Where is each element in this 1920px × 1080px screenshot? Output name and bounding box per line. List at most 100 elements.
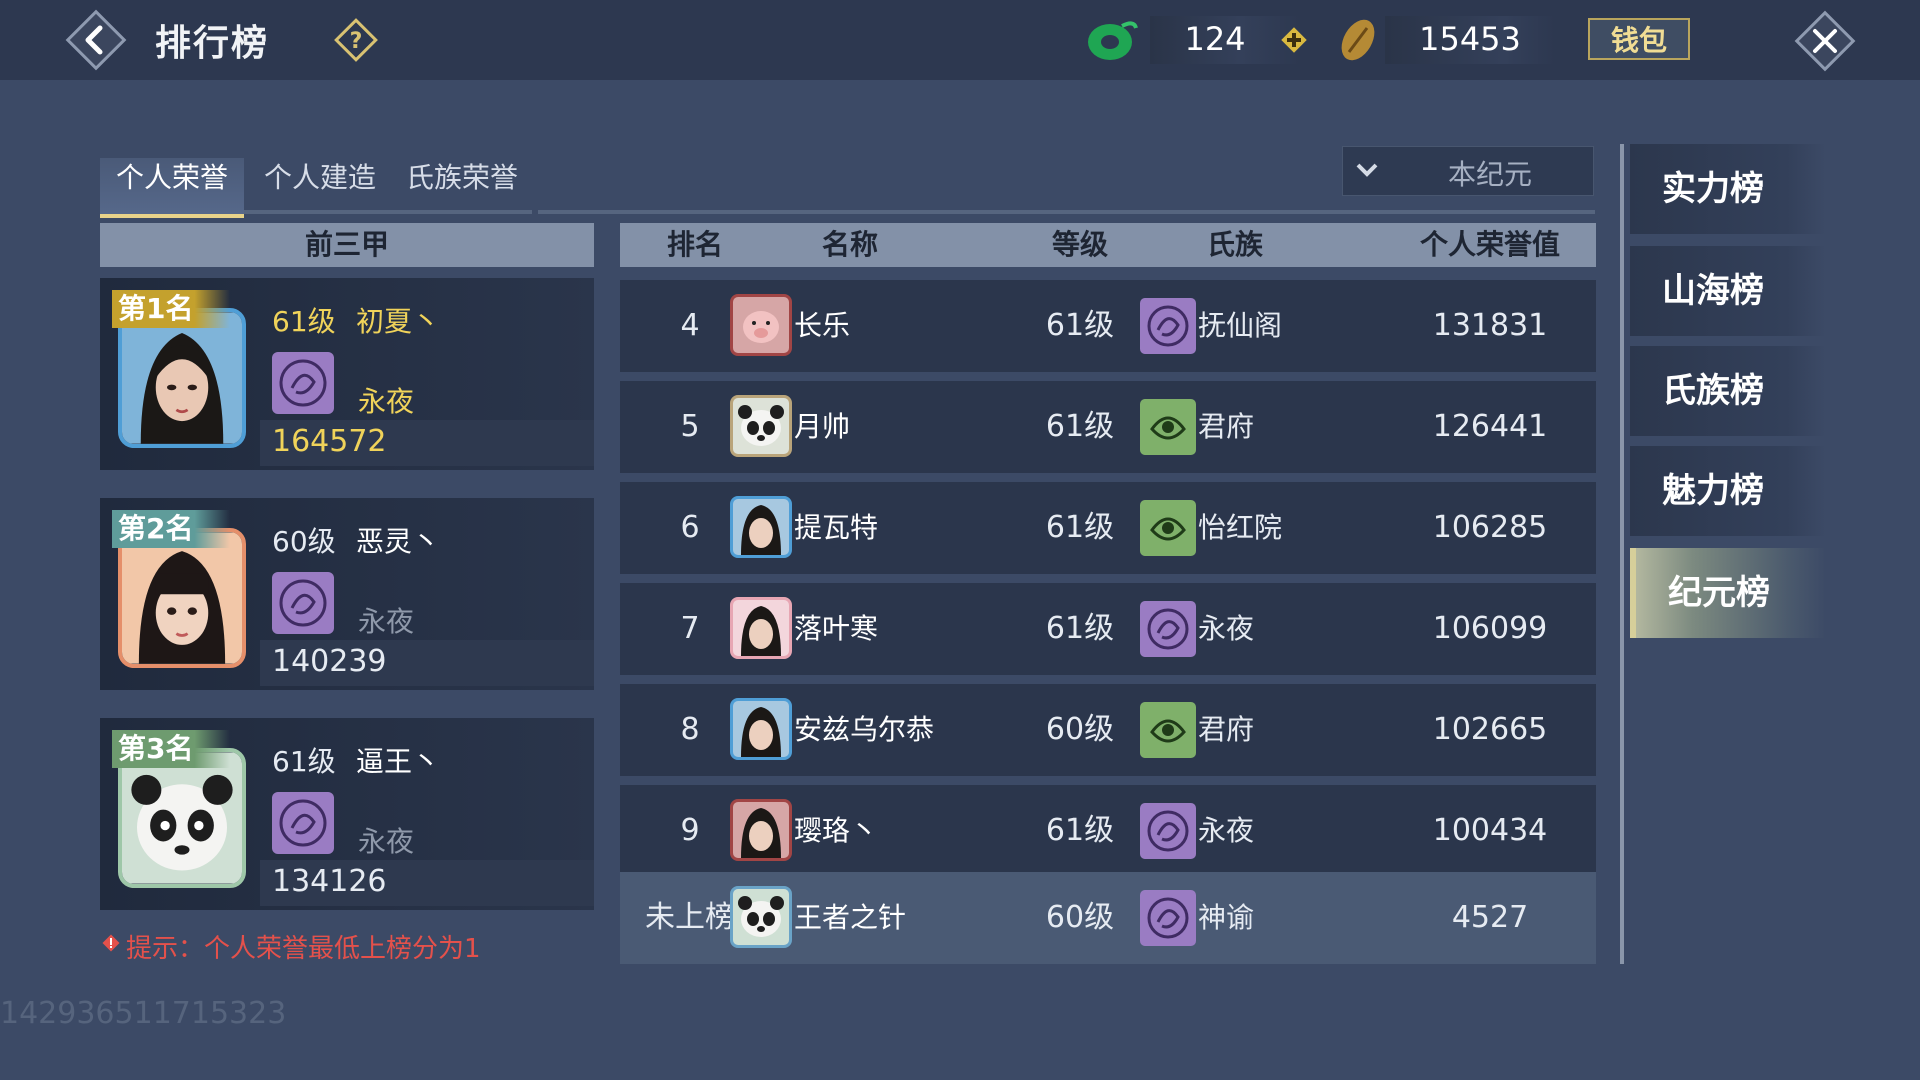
- table-header: 排名 名称 等级 氏族 个人荣誉值: [620, 223, 1596, 267]
- table-row[interactable]: 4 长乐 61级 抚仙阁 131831: [620, 280, 1596, 372]
- side-menu-divider: [1620, 144, 1624, 964]
- chevron-down-icon: [1355, 160, 1379, 180]
- side-item-era[interactable]: 纪元榜: [1630, 548, 1826, 638]
- warning-icon: [102, 934, 120, 952]
- player-level: 61级: [1045, 611, 1115, 646]
- player-name: 月帅: [794, 410, 851, 443]
- top-card-2[interactable]: 第2名 60级 恶灵丶 永夜 140239: [100, 498, 594, 690]
- player-score: 100434: [1432, 813, 1548, 848]
- player-score: 4527: [1451, 900, 1529, 935]
- table-top-divider: [538, 210, 1595, 214]
- side-item-clan[interactable]: 氏族榜: [1630, 346, 1826, 436]
- avatar: [730, 799, 792, 861]
- top-card-3[interactable]: 第3名 61级 逼王丶 永夜 134126: [100, 718, 594, 910]
- col-clan: 氏族: [1206, 228, 1263, 261]
- player-clan: 抚仙阁: [1198, 309, 1283, 342]
- table-row[interactable]: 6 提瓦特 61级 怡红院 106285: [620, 482, 1596, 574]
- clan-emblem-icon: [1140, 500, 1196, 556]
- clan-emblem-icon: [1140, 399, 1196, 455]
- clan-emblem-icon: [1140, 702, 1196, 758]
- player-score: 126441: [1432, 409, 1548, 444]
- table-row[interactable]: 7 落叶寒 61级 永夜 106099: [620, 583, 1596, 675]
- clan-emblem-icon: [272, 572, 334, 634]
- row-rank: 8: [680, 712, 700, 747]
- back-button[interactable]: [62, 6, 130, 74]
- avatar: [118, 308, 246, 448]
- self-rank-row[interactable]: 未上榜 王者之针 60级 神谕 4527: [620, 872, 1596, 964]
- jade-icon: [1084, 18, 1138, 64]
- row-rank: 5: [680, 409, 700, 444]
- col-rank: 排名: [666, 228, 723, 261]
- col-level: 等级: [1051, 228, 1108, 261]
- clan-emblem-icon: [1140, 601, 1196, 657]
- rank-badge: 第1名: [112, 290, 230, 328]
- player-name: 王者之针: [794, 901, 907, 934]
- player-level: 60级: [1045, 900, 1115, 935]
- side-item-strength[interactable]: 实力榜: [1630, 144, 1826, 234]
- table-row[interactable]: 9 璎珞丶 61级 永夜 100434: [620, 785, 1596, 877]
- player-score: 134126: [272, 864, 387, 899]
- avatar: [730, 395, 792, 457]
- side-item-shanhai[interactable]: 山海榜: [1630, 246, 1826, 336]
- player-clan: 永夜: [1198, 814, 1255, 847]
- era-dropdown-value: 本纪元: [1447, 158, 1532, 191]
- jade-amount: 124: [1184, 20, 1246, 58]
- tab-clan-honor[interactable]: 氏族荣誉: [392, 158, 532, 214]
- portrait-image: [122, 532, 242, 664]
- tab-personal-honor[interactable]: 个人荣誉: [100, 158, 244, 218]
- player-level: 61级: [272, 305, 336, 338]
- clan-emblem-icon: [272, 352, 334, 414]
- player-clan: 君府: [1198, 713, 1255, 746]
- player-score: 131831: [1432, 308, 1548, 343]
- col-name: 名称: [821, 228, 878, 261]
- close-icon: [1794, 10, 1856, 72]
- table-row[interactable]: 5 月帅 61级 君府 126441: [620, 381, 1596, 473]
- player-score: 106099: [1432, 611, 1548, 646]
- player-level: 61级: [1045, 510, 1115, 545]
- player-score: 102665: [1432, 712, 1548, 747]
- player-name: 安兹乌尔恭: [794, 713, 935, 746]
- page-title: 排行榜: [155, 23, 270, 64]
- avatar: [730, 294, 792, 356]
- player-level: 61级: [1045, 813, 1115, 848]
- help-button[interactable]: ?: [334, 18, 378, 62]
- player-level: 60级: [272, 525, 336, 558]
- clan-emblem-icon: [1140, 890, 1196, 946]
- rank-badge: 第3名: [112, 730, 230, 768]
- avatar: [118, 748, 246, 888]
- avatar: [730, 886, 792, 948]
- top-three-header: 前三甲: [100, 223, 594, 267]
- close-button[interactable]: [1790, 6, 1860, 76]
- player-clan: 永夜: [358, 605, 415, 638]
- tab-personal-build[interactable]: 个人建造: [250, 158, 390, 214]
- player-level: 61级: [1045, 409, 1115, 444]
- col-score: 个人荣誉值: [1419, 228, 1560, 261]
- player-score: 140239: [272, 644, 387, 679]
- player-level: 60级: [1045, 712, 1115, 747]
- table-row[interactable]: 8 安兹乌尔恭 60级 君府 102665: [620, 684, 1596, 776]
- clan-emblem-icon: [272, 792, 334, 854]
- player-score: 106285: [1432, 510, 1548, 545]
- svg-text:?: ?: [350, 29, 363, 54]
- hint-text: 提示：个人荣誉最低上榜分为1: [126, 934, 481, 964]
- wallet-button[interactable]: 钱包: [1588, 18, 1690, 60]
- player-score: 164572: [272, 424, 387, 459]
- plus-icon: [1281, 27, 1307, 53]
- row-rank: 4: [680, 308, 700, 343]
- add-jade-button[interactable]: [1280, 26, 1308, 54]
- player-name: 逼王丶: [356, 745, 441, 778]
- side-item-charm[interactable]: 魅力榜: [1630, 446, 1826, 536]
- avatar: [730, 597, 792, 659]
- player-level: 61级: [1045, 308, 1115, 343]
- player-name: 落叶寒: [794, 612, 879, 645]
- top-card-1[interactable]: 第1名 61级 初夏丶 永夜 164572: [100, 278, 594, 470]
- player-clan: 永夜: [1198, 612, 1255, 645]
- player-uid: 142936511715323: [0, 996, 287, 1031]
- player-clan: 永夜: [358, 385, 415, 418]
- clan-emblem-icon: [1140, 803, 1196, 859]
- row-rank: 7: [680, 611, 700, 646]
- player-clan: 君府: [1198, 410, 1255, 443]
- avatar: [730, 698, 792, 760]
- player-clan: 永夜: [358, 825, 415, 858]
- player-name: 恶灵丶: [356, 525, 441, 558]
